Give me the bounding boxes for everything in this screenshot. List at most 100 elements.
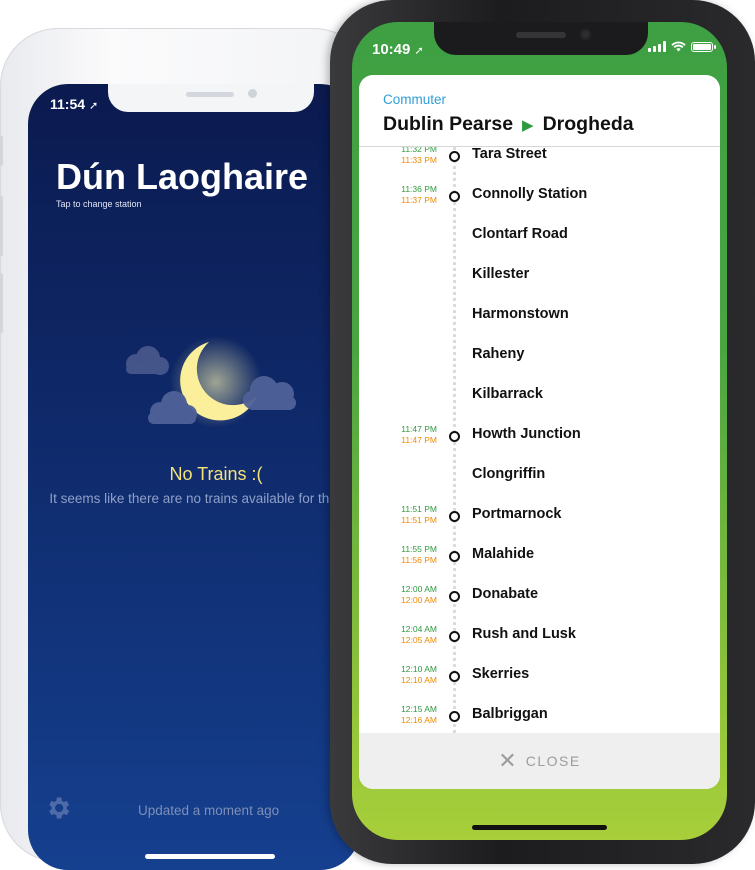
close-label: CLOSE [525,753,581,769]
stop-row[interactable]: Kilbarrack [359,384,720,424]
moon-clouds-icon [126,336,296,428]
stop-list[interactable]: 11:32 PM 11:33 PM Tara Street 11:36 PM 11:37… [359,147,720,733]
departure-time: 11:56 PM [401,555,437,565]
stop-name: Clongriffin [472,466,546,482]
stop-name: Skerries [472,666,530,682]
stop-row[interactable]: 11:36 PM 11:37 PM Connolly Station [359,184,720,224]
stop-row[interactable]: 12:04 AM 12:05 AM Rush and Lusk [359,624,720,664]
stop-marker [449,431,460,442]
back-phone-screen: 11:54 ➚ Dún Laoghaire Tap to change stat… [28,84,360,870]
departure-time: 12:05 AM [401,635,437,645]
stop-row[interactable]: 11:51 PM 11:51 PM Portmarnock [359,504,720,544]
stop-times: 11:32 PM 11:33 PM [401,147,437,166]
stop-name: Tara Street [472,147,547,162]
stop-row[interactable]: 11:32 PM 11:33 PM Tara Street [359,147,720,184]
stop-name: Donabate [472,586,539,602]
stop-marker [449,511,460,522]
stop-times: 11:55 PM 11:56 PM [401,544,437,566]
location-arrow-icon: ➚ [88,100,99,112]
volume-down-button [0,273,3,333]
stop-name: Raheny [472,346,525,362]
mute-switch [0,136,3,166]
arrival-time: 11:36 PM [401,184,437,194]
stop-marker [449,631,460,642]
stop-marker [449,551,460,562]
battery-icon [691,41,716,52]
train-route-card: Commuter Dublin Pearse ▶ Drogheda 11:32 … [359,75,720,789]
empty-state-title: No Trains :( [169,464,263,484]
close-button[interactable]: ✕ CLOSE [359,733,720,789]
service-type: Commuter [383,92,447,107]
stop-times: 12:04 AM 12:05 AM [401,624,437,646]
notch [434,22,648,55]
stop-row[interactable]: 12:15 AM 12:16 AM Balbriggan [359,704,720,733]
arrival-time: 11:51 PM [401,504,437,514]
stop-name: Malahide [472,546,535,562]
stop-row[interactable]: 11:47 PM 11:47 PM Howth Junction [359,424,720,464]
stop-row[interactable]: 11:55 PM 11:56 PM Malahide [359,544,720,584]
departure-time: 12:10 AM [401,675,437,685]
front-phone-frame: 10:49 ➚ Commuter Dublin Pearse ▶ Droghed… [330,0,755,864]
speaker [516,32,566,38]
back-phone-frame: 11:54 ➚ Dún Laoghaire Tap to change stat… [0,28,372,870]
change-station-hint[interactable]: Tap to change station [56,199,142,209]
stop-name: Rush and Lusk [472,626,576,642]
stop-marker [449,671,460,682]
stop-row[interactable]: Clongriffin [359,464,720,504]
stop-row[interactable]: Harmonstown [359,304,720,344]
front-phone-screen: 10:49 ➚ Commuter Dublin Pearse ▶ Droghed… [352,22,727,840]
arrival-time: 11:47 PM [401,424,437,434]
cellular-signal-icon [648,41,666,52]
arrival-time: 12:00 AM [401,584,437,594]
stop-times: 12:15 AM 12:16 AM [401,704,437,726]
stop-name: Harmonstown [472,306,569,322]
route-origin: Dublin Pearse [383,113,514,135]
arrival-time: 11:55 PM [401,544,437,554]
front-camera [248,89,257,98]
stop-times: 11:51 PM 11:51 PM [401,504,437,526]
arrival-time: 12:10 AM [401,664,437,674]
stop-times: 11:36 PM 11:37 PM [401,184,437,206]
stop-row[interactable]: 12:00 AM 12:00 AM Donabate [359,584,720,624]
status-bar-time: 11:54 ➚ [50,96,98,112]
stop-marker [449,191,460,202]
status-icons [648,41,716,52]
stop-marker [449,591,460,602]
notch [108,84,314,112]
stop-times: 11:47 PM 11:47 PM [401,424,437,446]
departure-time: 12:00 AM [401,595,437,605]
stop-times: 12:00 AM 12:00 AM [401,584,437,606]
status-bar-time: 10:49 ➚ [372,41,424,58]
stop-row[interactable]: Raheny [359,344,720,384]
stop-name: Killester [472,266,530,282]
stop-name: Kilbarrack [472,386,543,402]
departure-time: 12:16 AM [401,715,437,725]
status-time-text: 10:49 [372,41,411,58]
gear-icon[interactable] [44,794,72,822]
departure-time: 11:51 PM [401,515,437,525]
stop-row[interactable]: Clontarf Road [359,224,720,264]
stop-times: 12:10 AM 12:10 AM [401,664,437,686]
empty-state-message: It seems like there are no trains availa… [49,491,360,506]
play-arrow-icon: ▶ [522,116,534,134]
arrival-time: 12:15 AM [401,704,437,714]
stop-row[interactable]: 12:10 AM 12:10 AM Skerries [359,664,720,704]
stop-name: Connolly Station [472,186,588,202]
departure-time: 11:33 PM [401,155,437,165]
volume-up-button [0,196,3,256]
speaker [186,92,234,97]
stop-row[interactable]: Killester [359,264,720,304]
wifi-icon [671,41,686,52]
stop-name: Howth Junction [472,426,581,442]
updated-status: Updated a moment ago [138,803,280,818]
departure-time: 11:37 PM [401,195,437,205]
stop-name: Portmarnock [472,506,562,522]
stop-marker [449,711,460,722]
close-icon: ✕ [498,748,517,773]
station-title[interactable]: Dún Laoghaire [56,156,308,198]
status-time-text: 11:54 [50,96,86,112]
front-camera [580,29,591,40]
stop-marker [449,151,460,162]
departure-time: 11:47 PM [401,435,437,445]
route-destination: Drogheda [542,113,634,135]
